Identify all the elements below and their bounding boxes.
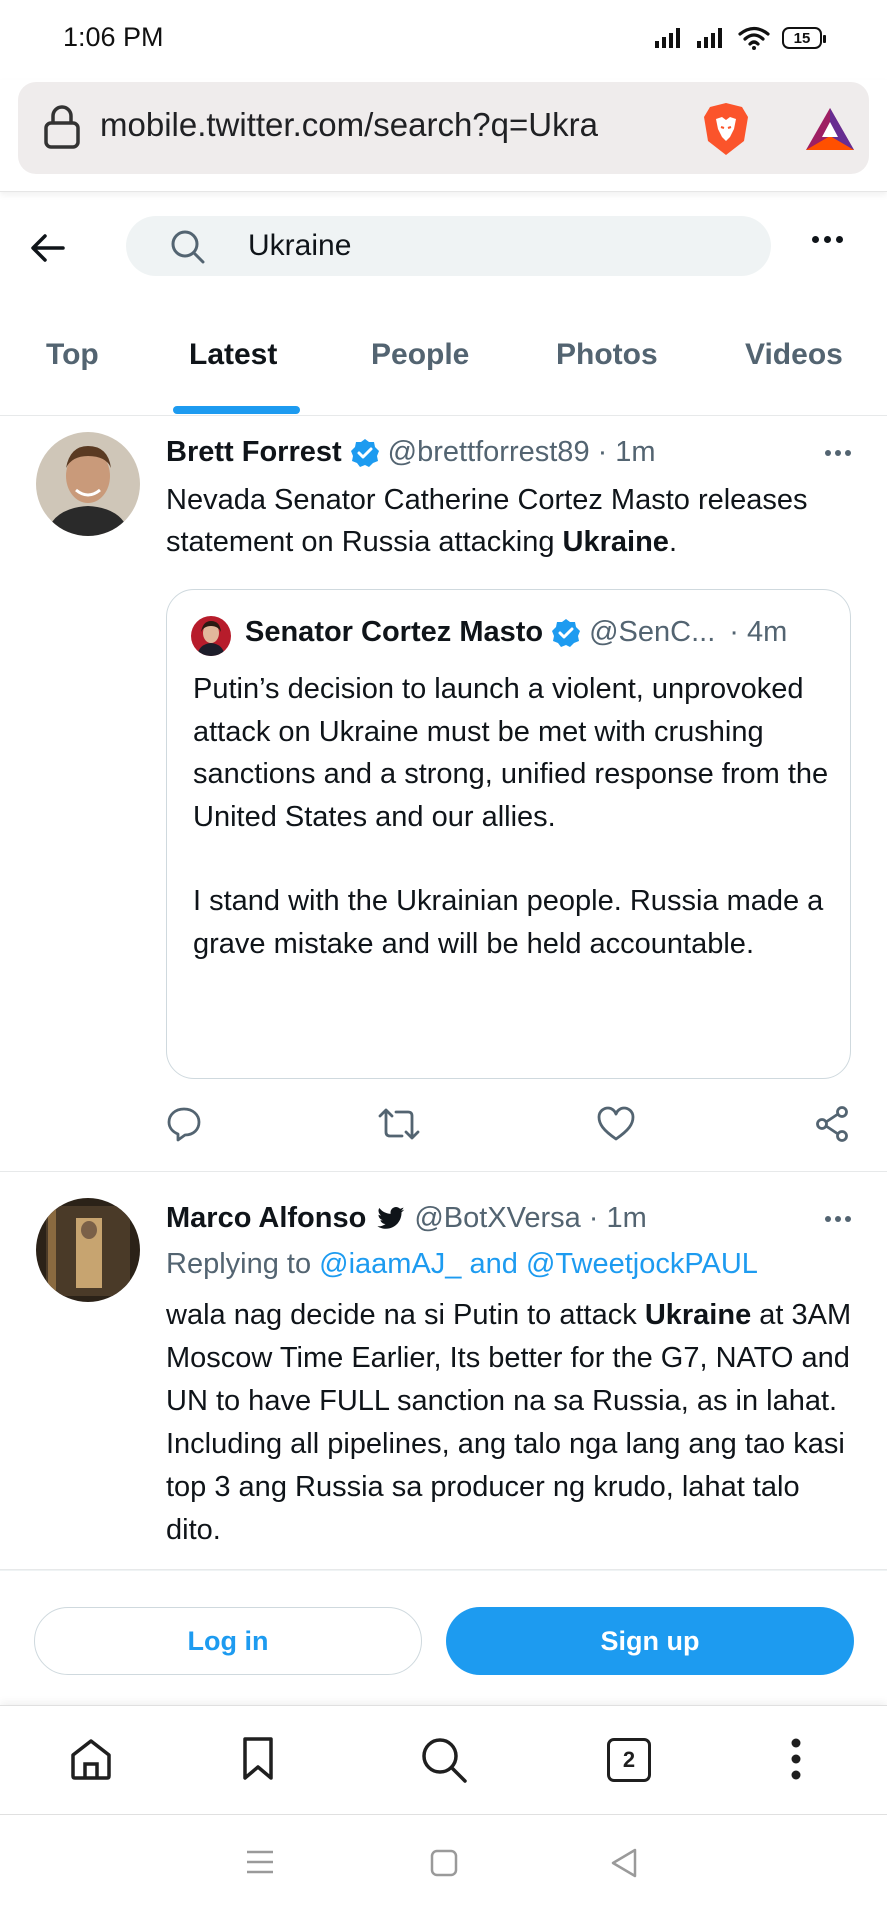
quoted-author-handle[interactable]: @SenC... <box>589 616 715 649</box>
back-nav-icon[interactable] <box>610 1847 638 1879</box>
tab-latest[interactable]: Latest <box>189 338 277 372</box>
tweet-more-button[interactable] <box>825 450 851 456</box>
search-query[interactable]: Ukraine <box>248 229 351 263</box>
address-bar[interactable]: mobile.twitter.com/search?q=Ukra <box>18 82 869 174</box>
more-dot <box>812 236 819 243</box>
quoted-author-name[interactable]: Senator Cortez Masto <box>245 616 543 649</box>
more-dot <box>836 236 843 243</box>
replying-label: Replying to <box>166 1248 312 1280</box>
url-text[interactable]: mobile.twitter.com/search?q=Ukra <box>100 106 680 144</box>
active-tab-indicator <box>173 406 300 414</box>
author-handle[interactable]: @BotXVersa <box>414 1202 580 1235</box>
wifi-icon <box>738 26 770 50</box>
more-dot <box>835 1216 841 1222</box>
replying-to: Replying to @iaamAJ_ and @TweetjockPAUL <box>166 1248 758 1281</box>
search-tabs: Top Latest People Photos Videos <box>0 302 887 416</box>
search-input[interactable]: Ukraine <box>126 216 771 276</box>
tweet-text-part: . <box>668 526 677 558</box>
avatar-image <box>36 1198 140 1302</box>
sign-up-button[interactable]: Sign up <box>446 1607 854 1675</box>
more-options-button[interactable] <box>812 236 843 243</box>
battery-level: 15 <box>793 29 811 47</box>
tweet-text: Nevada Senator Catherine Cortez Masto re… <box>166 479 856 563</box>
home-icon[interactable] <box>68 1736 114 1782</box>
search-highlight: Ukraine <box>562 526 669 558</box>
back-arrow-icon <box>31 234 65 262</box>
search-icon <box>171 230 205 264</box>
tweet[interactable]: Brett Forrest @brettforrest89 · 1m Nevad… <box>0 416 887 1172</box>
quoted-avatar[interactable] <box>191 616 231 656</box>
menu-icon[interactable] <box>790 1736 802 1782</box>
bookmark-icon[interactable] <box>242 1736 274 1782</box>
lock-icon[interactable] <box>42 104 82 150</box>
tweet[interactable]: Marco Alfonso @BotXVersa · 1m Replying t… <box>0 1172 887 1570</box>
reply-and: and <box>469 1248 518 1280</box>
tweet-text-part: Nevada Senator Catherine Cortez Masto re… <box>166 484 808 558</box>
reply-mention[interactable]: @iaamAJ_ <box>319 1248 461 1280</box>
verified-badge-icon <box>350 438 380 468</box>
tweet-time: · 1m <box>597 436 656 468</box>
bat-rewards-icon[interactable] <box>804 106 856 152</box>
quoted-paragraph: Putin’s decision to launch a violent, un… <box>193 673 829 833</box>
back-button[interactable] <box>28 228 68 268</box>
tab-top[interactable]: Top <box>46 338 99 372</box>
more-dot <box>845 1216 851 1222</box>
reply-mention[interactable]: @TweetjockPAUL <box>526 1248 758 1280</box>
tweet-text-part: at 3AM Moscow Time Earlier, Its better f… <box>166 1299 852 1546</box>
tweet-text: wala nag decide na si Putin to attack Uk… <box>166 1294 856 1552</box>
tweet-more-button[interactable] <box>825 1216 851 1222</box>
system-navigation-bar <box>0 1815 887 1920</box>
search-icon[interactable] <box>420 1736 468 1784</box>
search-highlight: Ukraine <box>644 1299 752 1331</box>
quoted-tweet[interactable]: Senator Cortez Masto @SenC... · 4m Putin… <box>166 589 851 1079</box>
avatar[interactable] <box>36 432 140 536</box>
tweet-header: Marco Alfonso @BotXVersa · 1m <box>166 1202 647 1235</box>
log-in-button[interactable]: Log in <box>34 1607 422 1675</box>
home-nav-icon[interactable] <box>430 1849 458 1877</box>
author-name[interactable]: Marco Alfonso <box>166 1202 366 1235</box>
tab-photos[interactable]: Photos <box>556 338 658 372</box>
share-icon[interactable] <box>814 1106 850 1142</box>
avatar[interactable] <box>36 1198 140 1302</box>
recents-icon[interactable] <box>246 1849 274 1875</box>
brave-shield-icon[interactable] <box>702 101 750 157</box>
browser-bottom-bar: 2 <box>0 1705 887 1815</box>
status-icons: 15 <box>654 26 826 50</box>
reply-icon[interactable] <box>166 1106 202 1142</box>
tab-count: 2 <box>622 1747 636 1772</box>
status-time: 1:06 PM <box>63 22 164 52</box>
tweet-actions <box>166 1106 856 1146</box>
tweet-text-part: wala nag decide na si Putin to attack <box>166 1299 645 1331</box>
battery-indicator: 15 <box>782 27 826 49</box>
twitter-bird-icon <box>376 1206 406 1232</box>
tab-people[interactable]: People <box>371 338 469 372</box>
tweet-header: Brett Forrest @brettforrest89 · 1m <box>166 436 656 469</box>
more-dot <box>845 450 851 456</box>
search-header: Ukraine <box>0 192 887 302</box>
quoted-paragraph: I stand with the Ukrainian people. Russi… <box>193 885 824 960</box>
more-dot <box>835 450 841 456</box>
tab-videos[interactable]: Videos <box>745 338 843 372</box>
quoted-avatar-image <box>191 616 231 656</box>
tweet-time: · 1m <box>588 1202 647 1234</box>
tabs-button[interactable]: 2 <box>607 1738 651 1782</box>
retweet-icon[interactable] <box>378 1106 420 1142</box>
quoted-header: Senator Cortez Masto @SenC... · 4m <box>245 616 787 649</box>
like-icon[interactable] <box>597 1106 635 1142</box>
quoted-tweet-time: · 4m <box>729 616 788 648</box>
author-handle[interactable]: @brettforrest89 <box>388 436 590 469</box>
quoted-tweet-text: Putin’s decision to launch a violent, un… <box>193 668 833 965</box>
signal-icon-2 <box>697 28 722 48</box>
author-name[interactable]: Brett Forrest <box>166 436 342 469</box>
more-dot <box>824 236 831 243</box>
login-prompt-bar: Log in Sign up <box>0 1570 887 1705</box>
browser-toolbar: mobile.twitter.com/search?q=Ukra <box>0 80 887 192</box>
more-dot <box>825 1216 831 1222</box>
verified-badge-icon <box>551 618 581 648</box>
signal-icon <box>655 28 680 48</box>
status-bar: 1:06 PM 15 <box>0 0 887 80</box>
avatar-image <box>36 432 140 536</box>
more-dot <box>825 450 831 456</box>
